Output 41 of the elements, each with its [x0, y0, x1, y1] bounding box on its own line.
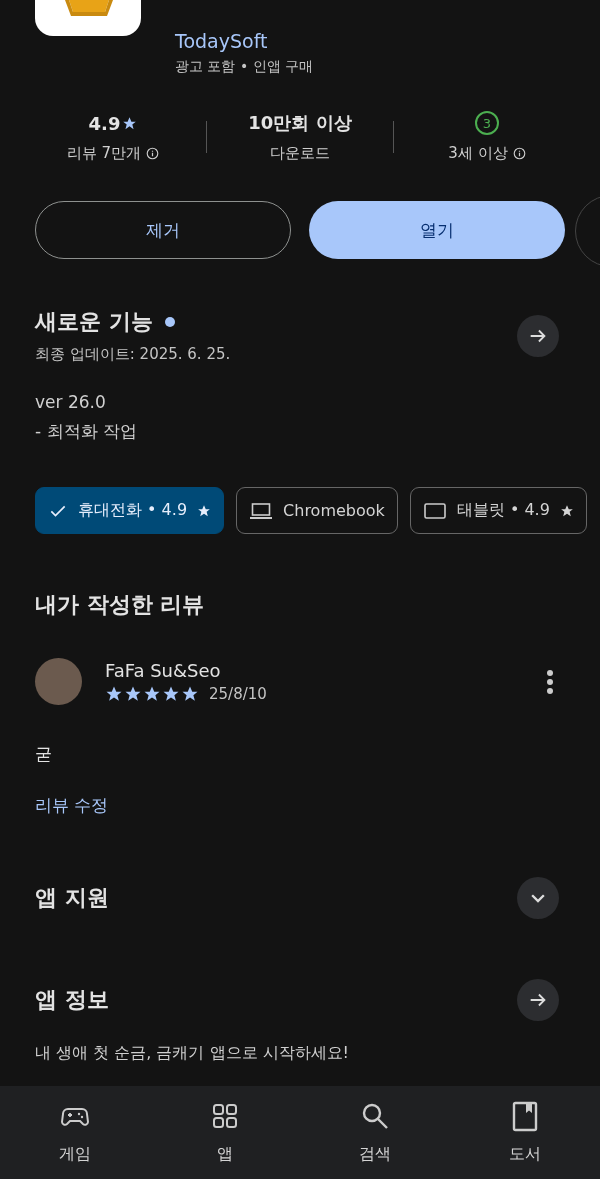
section-title: 앱 지원 — [35, 884, 109, 912]
stat-value: 10만회 이상 — [248, 111, 352, 135]
arrow-button[interactable] — [517, 314, 559, 357]
review-date: 25/8/10 — [209, 685, 267, 703]
nav-item[interactable]: 도서 — [450, 1086, 600, 1179]
reviewer-name: FaFa Su&Seo — [105, 660, 222, 681]
stat-label: 다운로드 — [270, 144, 330, 163]
update-date: 최종 업데이트: 2025. 6. 25. — [35, 345, 231, 364]
avatar — [35, 658, 82, 705]
stat-value: 4.9 — [88, 112, 121, 134]
star-icon — [122, 115, 138, 131]
device-chip[interactable]: 태블릿 • 4.9 — [409, 487, 587, 534]
tablet-icon — [422, 500, 447, 521]
app-notes: 광고 포함 • 인앱 구매 — [175, 58, 314, 76]
arrow-button[interactable] — [517, 979, 559, 1021]
expand-button[interactable] — [517, 877, 559, 919]
info-icon[interactable] — [146, 147, 160, 160]
stat-label: 리뷰 7만개 — [66, 144, 142, 163]
nav-item[interactable]: 검색 — [300, 1086, 450, 1179]
developer-link[interactable]: TodaySoft — [175, 30, 314, 52]
app-icon — [35, 0, 141, 36]
release-note: - 최적화 작업 — [35, 420, 138, 443]
age-rating-badge: 3 — [475, 111, 499, 135]
action-button[interactable]: 열기 — [309, 201, 565, 259]
stat-label: 3세 이상 — [448, 144, 508, 163]
new-dot — [164, 317, 175, 327]
device-chip[interactable]: 휴대전화 • 4.9 — [35, 487, 225, 534]
section-title: 앱 정보 — [35, 986, 109, 1014]
app-description: 내 생애 첫 순금, 금캐기 앱으로 시작하세요! — [34, 1043, 350, 1064]
chevron-down-icon — [531, 893, 545, 903]
review-text: 굳 — [34, 743, 53, 766]
section-title: 내가 작성한 리뷰 — [34, 591, 206, 619]
section-title: 새로운 기능 — [35, 308, 153, 336]
laptop-icon — [249, 500, 274, 521]
edit-review-link[interactable]: 리뷰 수정 — [0, 794, 109, 817]
device-chip[interactable]: Chromebook — [236, 487, 398, 534]
release-note: ver 26.0 — [35, 392, 107, 412]
info-icon[interactable] — [512, 147, 526, 160]
nav-item[interactable]: 게임 — [0, 1086, 150, 1179]
more-icon[interactable] — [546, 668, 554, 695]
nav-item[interactable]: 앱 — [150, 1086, 300, 1179]
